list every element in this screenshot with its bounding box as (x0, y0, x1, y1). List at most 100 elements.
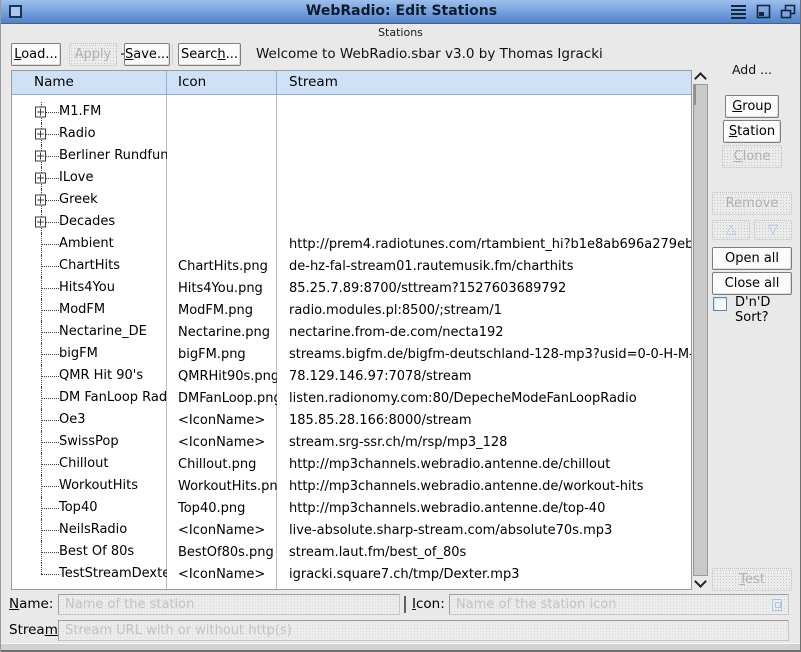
table-row[interactable]: M1.FM (12, 101, 691, 123)
station-stream-url: nectarine.from-de.com/necta192 (277, 325, 691, 340)
station-icon-filename: bigFM.png (167, 347, 277, 362)
station-icon-filename: DMFanLoop.png (167, 391, 277, 406)
load-button[interactable]: Load... (11, 43, 61, 66)
table-row[interactable]: NeilsRadio<IconName>live-absolute.sharp-… (12, 519, 691, 541)
station-icon-filename: Top40.png (167, 501, 277, 516)
station-stream-url: stream.laut.fm/best_of_80s (277, 545, 691, 560)
station-stream-url: igracki.square7.ch/tmp/Dexter.mp3 (277, 567, 691, 582)
save-button[interactable]: Save... (124, 43, 170, 66)
table-row[interactable]: WorkoutHits WorkoutHits.pnghttp://mp3chan… (12, 475, 691, 497)
station-stream-url: 185.85.28.166:8000/stream (277, 413, 691, 428)
up-triangle-icon: △ (726, 222, 736, 237)
stream-input[interactable]: Stream URL with or without http(s) (58, 620, 789, 641)
icon-input[interactable]: Name of the station icon (449, 594, 789, 615)
station-name: Radio (59, 126, 96, 141)
station-icon-filename: <IconName> (167, 435, 277, 450)
table-row[interactable]: QMR Hit 90'sQMRHit90s.png78.129.146.97:7… (12, 365, 691, 387)
station-list: Name Icon Stream M1.FM Radio Berliner Rund… (11, 70, 692, 590)
station-stream-url: 85.25.7.89:8700/sttream?1527603689792 (277, 281, 691, 296)
dnd-sort-checkbox[interactable] (713, 297, 727, 311)
station-icon-filename: <IconName> (167, 413, 277, 428)
station-stream-url: http://mp3channels.webradio.antenne.de/c… (277, 457, 691, 472)
table-row[interactable]: Hits4YouHits4You.png85.25.7.89:8700/sttr… (12, 277, 691, 299)
station-stream-url: listen.radionomy.com:80/DepecheModeFanLo… (277, 391, 691, 406)
list-scrollbar[interactable] (692, 70, 708, 590)
test-button[interactable]: Test (712, 568, 792, 591)
station-icon-filename: QMRHit90s.png (167, 369, 277, 384)
table-row[interactable]: Oe3 <IconName>185.85.28.166:8000/stream (12, 409, 691, 431)
table-row[interactable]: TestStreamDexter<IconName>igracki.square… (12, 563, 691, 585)
station-icon-filename: WorkoutHits.png (167, 479, 277, 494)
window-title: WebRadio: Edit Stations (1, 0, 801, 24)
station-name: M1.FM (59, 104, 101, 119)
apply-button[interactable]: Apply (69, 43, 117, 66)
webradio-edit-stations-window: WebRadio: Edit Stations Stations Load...… (0, 0, 801, 652)
station-stream-url: radio.modules.pl:8500/;stream/1 (277, 303, 691, 318)
tree-expand-plus-icon[interactable] (35, 129, 46, 140)
scrollbar-track[interactable] (693, 84, 708, 576)
table-row[interactable]: ModFMModFM.pngradio.modules.pl:8500/;str… (12, 299, 691, 321)
station-name: Chillout (59, 456, 108, 471)
column-header-name[interactable]: Name (12, 71, 167, 94)
tree-expand-plus-icon[interactable] (35, 217, 46, 228)
move-up-button[interactable]: △ (712, 220, 750, 240)
station-name: TestStreamDexter (59, 566, 167, 581)
zoom-gadget-icon[interactable] (756, 4, 771, 19)
table-row[interactable]: Greek (12, 189, 691, 211)
table-row[interactable]: ChilloutChillout.pnghttp://mp3channels.w… (12, 453, 691, 475)
depth-gadget-icon[interactable] (780, 4, 796, 19)
station-icon-filename: Nectarine.png (167, 325, 277, 340)
titlebar[interactable]: WebRadio: Edit Stations (1, 0, 801, 24)
table-row[interactable]: bigFMbigFM.pngstreams.bigfm.de/bigfm-deu… (12, 343, 691, 365)
station-stream-url: http://prem4.radiotunes.com/rtambient_hi… (277, 237, 691, 252)
station-name: Oe3 (59, 412, 86, 427)
close-all-button[interactable]: Close all (712, 272, 792, 295)
table-row[interactable]: Decades (12, 211, 691, 233)
dnd-sort-label: D'n'D Sort? (735, 295, 800, 325)
name-input[interactable]: Name of the station (58, 594, 400, 615)
station-name: DM FanLoop Radio (59, 390, 167, 405)
form-balance-handle[interactable] (404, 596, 406, 613)
table-row[interactable]: Best Of 80sBestOf80s.pngstream.laut.fm/b… (12, 541, 691, 563)
open-all-button[interactable]: Open all (712, 247, 792, 270)
column-header-icon[interactable]: Icon (167, 71, 277, 94)
move-down-button[interactable]: ▽ (754, 220, 792, 240)
station-icon-filename: Hits4You.png (167, 281, 277, 296)
table-row[interactable]: ILove (12, 167, 691, 189)
down-triangle-icon: ▽ (768, 222, 778, 237)
remove-button[interactable]: Remove (712, 192, 792, 215)
table-row[interactable]: Nectarine_DENectarine.pngnectarine.from-… (12, 321, 691, 343)
table-row[interactable]: SwissPop<IconName>stream.srg-ssr.ch/m/rs… (12, 431, 691, 453)
tree-expand-plus-icon[interactable] (35, 151, 46, 162)
clone-button[interactable]: Clone (722, 145, 782, 168)
column-header-stream[interactable]: Stream (277, 71, 691, 94)
table-row[interactable]: Berliner Rundfunk (12, 145, 691, 167)
table-row[interactable]: ChartHitsChartHits.pngde-hz-fal-stream01… (12, 255, 691, 277)
toolbar-separator (172, 44, 173, 65)
tree-expand-plus-icon[interactable] (35, 107, 46, 118)
station-name: Top40 (59, 500, 97, 515)
add-group-button[interactable]: Group (725, 95, 779, 118)
station-stream-url: http://mp3channels.webradio.antenne.de/w… (277, 479, 691, 494)
table-row[interactable]: Radio (12, 123, 691, 145)
station-name: WorkoutHits (59, 478, 138, 493)
tree-expand-plus-icon[interactable] (35, 173, 46, 184)
menu-icon[interactable] (730, 4, 747, 19)
station-list-header: Name Icon Stream (12, 71, 691, 95)
icon-file-popup-icon[interactable] (772, 599, 782, 611)
icon-field-label: Icon: (412, 594, 445, 615)
table-row[interactable]: Top40Top40.pnghttp://mp3channels.webradi… (12, 497, 691, 519)
scrollbar-thumb[interactable] (694, 84, 696, 105)
window-resize-bar[interactable] (1, 643, 800, 652)
station-stream-url: de-hz-fal-stream01.rautemusik.fm/charthi… (277, 259, 691, 274)
scroll-down-arrow-icon[interactable] (692, 576, 708, 590)
add-section-label: Add ... (703, 62, 801, 77)
tree-expand-plus-icon[interactable] (35, 195, 46, 206)
table-row[interactable]: Ambienthttp://prem4.radiotunes.com/rtamb… (12, 233, 691, 255)
station-name: SwissPop (59, 434, 119, 449)
station-name: Greek (59, 192, 98, 207)
table-row[interactable]: DM FanLoop RadioDMFanLoop.pnglisten.radi… (12, 387, 691, 409)
station-icon-filename: ModFM.png (167, 303, 277, 318)
add-station-button[interactable]: Station (723, 120, 781, 143)
search-button[interactable]: Search... (178, 43, 241, 66)
